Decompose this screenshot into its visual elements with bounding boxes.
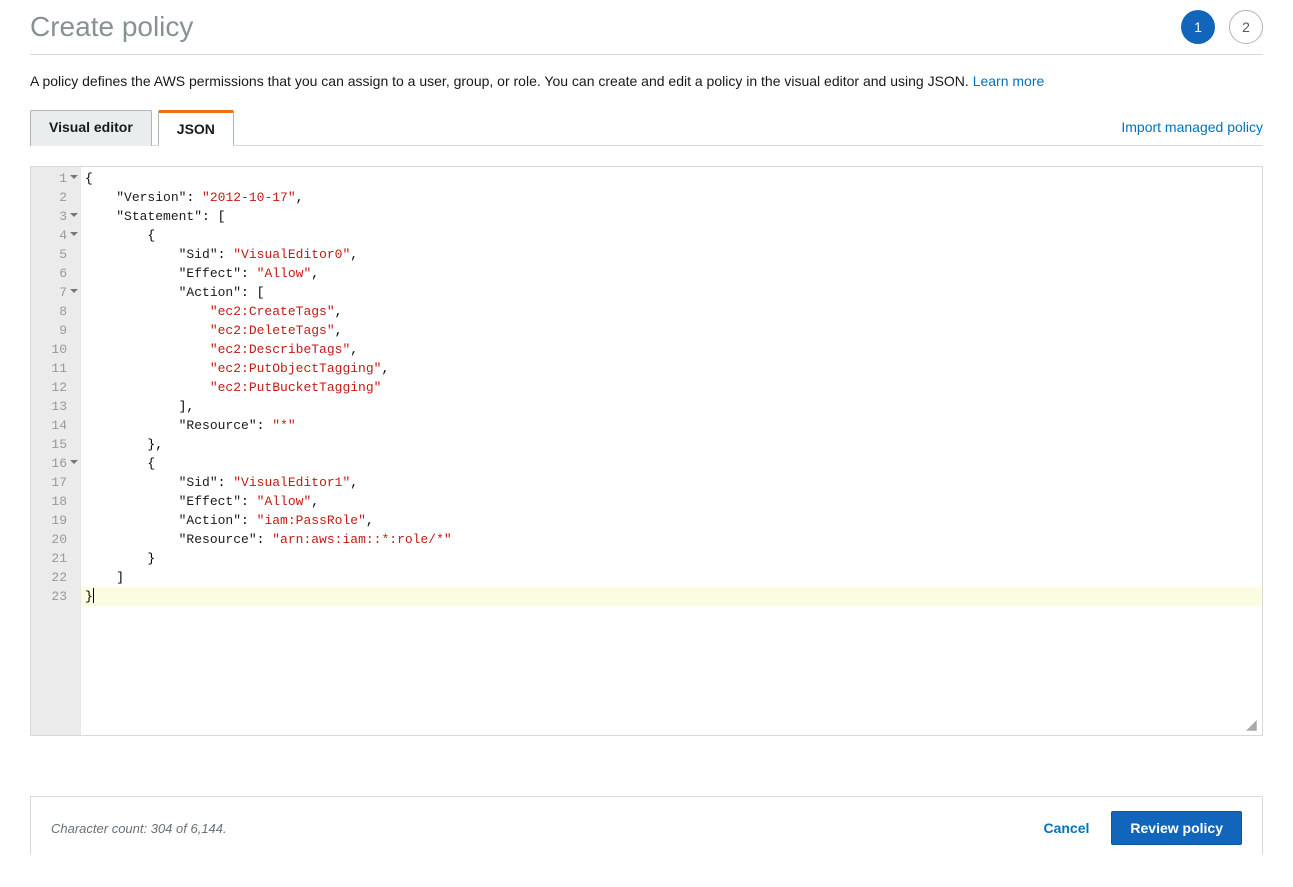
line-gutter: 1234567891011121314151617181920212223 [31, 167, 81, 735]
footer-bar: Character count: 304 of 6,144. Cancel Re… [30, 796, 1263, 855]
footer-actions: Cancel Review policy [1043, 811, 1242, 845]
page-title: Create policy [30, 11, 193, 43]
step-1[interactable]: 1 [1181, 10, 1215, 44]
json-editor[interactable]: 1234567891011121314151617181920212223 { … [30, 166, 1263, 736]
policy-description: A policy defines the AWS permissions tha… [30, 73, 1263, 89]
tabs-row: Visual editor JSON Import managed policy [30, 109, 1263, 146]
character-count: Character count: 304 of 6,144. [51, 821, 227, 836]
learn-more-link[interactable]: Learn more [973, 73, 1045, 89]
editor-tabs: Visual editor JSON [30, 109, 234, 145]
cancel-button[interactable]: Cancel [1043, 820, 1089, 836]
description-text: A policy defines the AWS permissions tha… [30, 73, 973, 89]
review-policy-button[interactable]: Review policy [1111, 811, 1242, 845]
tab-visual-editor[interactable]: Visual editor [30, 110, 152, 146]
import-managed-policy-link[interactable]: Import managed policy [1121, 119, 1263, 145]
tab-json[interactable]: JSON [158, 110, 234, 146]
wizard-steps: 1 2 [1181, 10, 1263, 44]
code-area[interactable]: { "Version": "2012-10-17", "Statement": … [81, 167, 1262, 735]
step-2[interactable]: 2 [1229, 10, 1263, 44]
page-header: Create policy 1 2 [30, 10, 1263, 55]
